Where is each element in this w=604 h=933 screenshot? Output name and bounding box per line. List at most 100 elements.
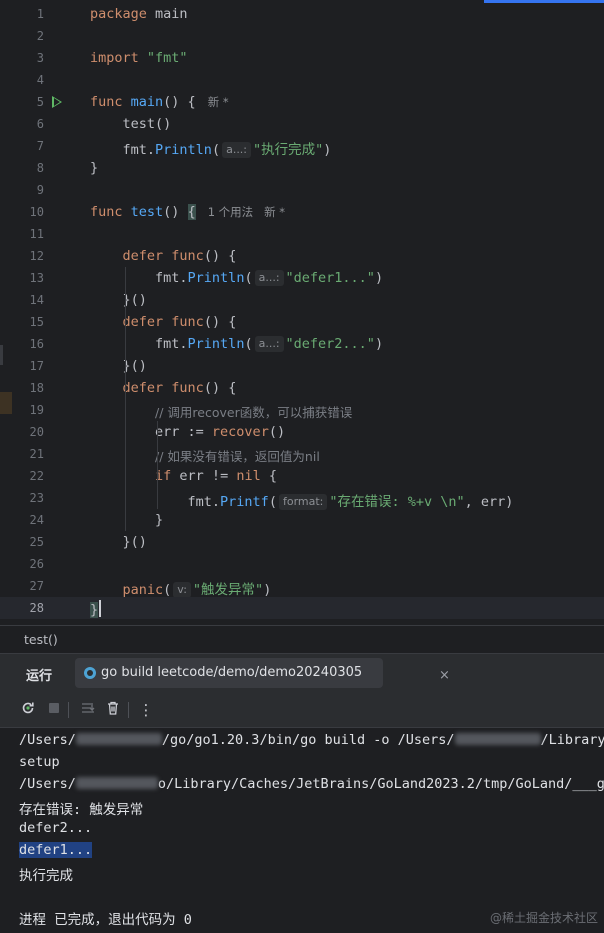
code-line[interactable]: 4 [0,69,604,91]
parameter-hint[interactable]: a...: [222,142,252,158]
code-line[interactable]: 3 import "fmt" [0,47,604,69]
usage-hint[interactable]: 新 * [208,95,229,109]
code-line[interactable]: 11 [0,223,604,245]
string-literal: "fmt" [146,50,188,66]
code-line[interactable]: 18 defer func() { [0,377,604,399]
code-line[interactable]: 1 package main [0,3,604,25]
tab-run[interactable]: 运行 [26,665,52,684]
console-output[interactable]: /Users/ /go/go1.20.3/bin/go build -o /Use… [0,728,604,933]
clear-icon[interactable] [103,700,123,720]
line-number: 12 [29,249,44,263]
code-line[interactable]: 27 panic(v: "触发异常") [0,575,604,598]
code-token: }() [90,534,147,550]
function-name: Printf [220,494,269,510]
code-line[interactable]: 15 defer func() { [0,311,604,333]
keyword: func [171,248,204,264]
code-line[interactable]: 22 if err != nil { [0,465,604,487]
console-line: 执行完成 [19,868,73,884]
line-number: 17 [29,359,44,373]
code-line[interactable]: 28} [0,597,604,619]
code-line[interactable]: 23 fmt.Printf(format: "存在错误: %+v \n", err… [0,487,604,510]
code-token: ) [323,142,332,158]
code-token: ) [263,582,272,598]
keyword: nil [236,468,261,484]
code-line[interactable]: 21 // 如果没有错误，返回值为nil [0,443,604,465]
function-name: Println [187,336,245,352]
function-name: main [130,94,164,110]
parameter-hint[interactable]: a...: [254,270,284,286]
line-number: 22 [29,469,44,483]
code-text: } [90,600,102,618]
console-line: setup [19,754,60,770]
more-icon[interactable]: ⋮ [136,700,156,720]
code-line[interactable]: 16 fmt.Println(a...: "defer2...") [0,333,604,355]
breadcrumb-item[interactable]: test() [24,632,58,647]
code-line[interactable]: 24 } [0,509,604,531]
rerun-icon[interactable] [18,700,38,720]
run-icon[interactable] [52,96,62,108]
code-text: defer func() { [90,380,237,396]
code-line[interactable]: 13 fmt.Println(a...: "defer1...") [0,267,604,289]
selected-text[interactable]: defer1... [19,842,93,858]
indent-guide [125,267,126,531]
line-number: 26 [29,557,44,571]
code-token: } [90,160,99,176]
code-line[interactable]: 8} [0,157,604,179]
parameter-hint[interactable]: format: [278,494,328,510]
code-token: err != [171,468,237,484]
redacted-text [454,733,541,745]
keyword: defer [122,380,164,396]
code-line[interactable]: 14 }() [0,289,604,311]
code-text: defer func() { [90,314,237,330]
code-text: test() [90,116,172,132]
code-line[interactable]: 6 test() [0,113,604,135]
line-number: 1 [36,7,44,21]
line-number: 18 [29,381,44,395]
code-text: fmt.Printf(format: "存在错误: %+v \n", err) [90,490,513,510]
code-token: fmt. [90,142,156,158]
code-line[interactable]: 20 err := recover() [0,421,604,443]
code-text: err := recover() [90,424,285,440]
matched-brace: } [90,602,99,618]
code-text: }() [90,292,147,308]
code-line[interactable]: 12 defer func() { [0,245,604,267]
code-text: panic(v: "触发异常") [90,578,271,598]
code-line[interactable]: 5 func main() {新 * [0,91,604,113]
close-icon[interactable]: × [439,668,450,683]
code-text: fmt.Println(a...: "defer1...") [90,270,383,286]
code-editor[interactable]: 1 package main 2 3 import "fmt" 4 5 func main()… [0,0,604,625]
code-line[interactable]: 17 }() [0,355,604,377]
code-line[interactable]: 25 }() [0,531,604,553]
parameter-hint[interactable]: a...: [254,336,284,352]
matched-brace: { [187,204,196,220]
indent-guide [157,421,158,509]
breadcrumb[interactable]: test() [0,625,604,653]
line-number: 15 [29,315,44,329]
line-number: 11 [29,227,44,241]
code-line[interactable]: 2 [0,25,604,47]
code-line[interactable]: 7 fmt.Println(a...: "执行完成") [0,135,604,158]
scroll-to-end-icon[interactable] [78,700,98,720]
code-line[interactable]: 26 [0,553,604,575]
console-text: /Library/C [540,732,604,748]
line-number: 13 [29,271,44,285]
code-line[interactable]: 10 func test() {1 个用法 新 * [0,201,604,223]
comment: // 调用recover函数，可以捕获错误 [155,405,353,420]
keyword: package [90,6,147,22]
code-token: ( [163,582,172,598]
code-line[interactable]: 9 [0,179,604,201]
stop-icon[interactable] [44,700,64,720]
keyword: defer [122,314,164,330]
usage-hint[interactable]: 1 个用法 新 * [208,205,285,219]
tab-run-config[interactable]: go build leetcode/demo/demo20240305 × [75,658,450,688]
parameter-hint[interactable]: v: [173,582,191,598]
comment: // 如果没有错误，返回值为nil [155,449,320,464]
code-line[interactable]: 19 // 调用recover函数，可以捕获错误 [0,399,604,421]
console-line: defer1... [19,842,93,858]
keyword: panic [122,582,164,598]
